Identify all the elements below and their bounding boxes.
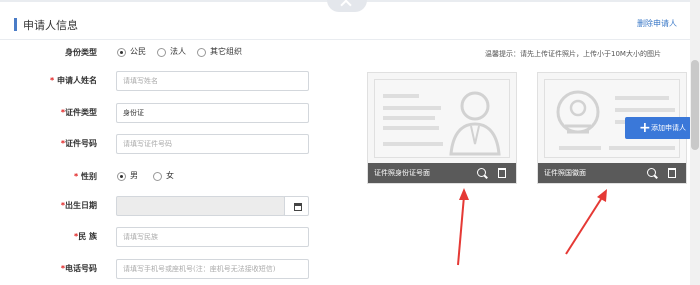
gender-row: * 性别 男 女 — [0, 166, 320, 190]
add-applicant-label: 添加申请人 — [651, 124, 686, 132]
calendar-button[interactable] — [284, 196, 309, 216]
birth-date-label-text: 出生日期 — [65, 201, 97, 210]
section-header: 申请人信息 删除申请人 — [0, 8, 690, 40]
card-caption: 证件照国徽面 — [544, 169, 586, 177]
identity-type-radio-other[interactable] — [197, 48, 206, 57]
identity-type-radio-citizen[interactable] — [117, 48, 126, 57]
upload-hint: 温馨提示：请先上传证件照片，上传小于10M大小的图片 — [485, 50, 661, 58]
ethnicity-row: *民 族 请填写民族 — [0, 226, 320, 250]
upload-card-id-front[interactable]: 证件照身份证号面 — [367, 72, 517, 184]
id-number-label: *证件号码 — [0, 133, 97, 155]
gender-option-female: 女 — [166, 171, 174, 180]
zoom-icon[interactable] — [647, 168, 656, 177]
gender-radio-male[interactable] — [117, 172, 126, 181]
placeholder-line — [383, 126, 439, 130]
placeholder-line — [559, 146, 601, 150]
identity-type-option-legal: 法人 — [170, 47, 186, 56]
identity-type-option-other: 其它组织 — [210, 47, 242, 56]
gender-label: * 性别 — [0, 166, 97, 188]
identity-type-label: 身份类型 — [65, 48, 97, 57]
name-label: * 申请人姓名 — [0, 70, 97, 92]
identity-type-option-citizen: 公民 — [130, 47, 146, 56]
phone-input[interactable]: 请填写手机号或座机号(注：座机号无法接收短信) — [116, 259, 309, 279]
id-type-label: *证件类型 — [0, 102, 97, 124]
id-type-row: *证件类型 身份证 — [0, 102, 320, 126]
required-mark: * — [50, 76, 57, 85]
identity-type-row: 身份类型 公民 法人 其它组织 — [0, 42, 360, 66]
required-mark: * — [74, 172, 81, 181]
phone-label: *电话号码 — [0, 258, 97, 280]
zoom-icon[interactable] — [477, 168, 486, 177]
id-type-label-text: 证件类型 — [65, 108, 97, 117]
id-number-label-text: 证件号码 — [65, 139, 97, 148]
id-type-input[interactable]: 身份证 — [116, 103, 309, 123]
section-accent-bar — [14, 18, 17, 31]
add-applicant-button[interactable]: + 添加申请人 — [625, 117, 691, 139]
card-toolbar: 证件照国徽面 — [538, 163, 686, 183]
id-number-input[interactable]: 请填写证件号码 — [116, 134, 309, 154]
trash-icon[interactable] — [498, 168, 506, 178]
emblem-placeholder-icon — [556, 90, 600, 134]
placeholder-line — [383, 106, 441, 110]
gender-radio-female[interactable] — [153, 172, 162, 181]
delete-applicant-link[interactable]: 删除申请人 — [637, 18, 677, 29]
phone-label-text: 电话号码 — [65, 264, 97, 273]
name-input[interactable]: 请填写姓名 — [116, 71, 309, 91]
placeholder-line — [615, 96, 669, 100]
trash-icon[interactable] — [668, 168, 676, 178]
section-title: 申请人信息 — [23, 19, 78, 32]
birth-date-input[interactable] — [116, 196, 285, 216]
placeholder-line — [383, 142, 443, 146]
name-label-text: 申请人姓名 — [57, 76, 97, 85]
birth-date-row: *出生日期 — [0, 195, 320, 219]
card-caption: 证件照身份证号面 — [374, 169, 430, 177]
ethnicity-label-text: 民 族 — [78, 232, 97, 241]
calendar-icon — [294, 203, 302, 211]
identity-type-radio-legal[interactable] — [157, 48, 166, 57]
scrollbar-thumb[interactable] — [691, 60, 699, 150]
gender-label-text: 性别 — [81, 172, 97, 181]
vertical-scrollbar[interactable] — [690, 0, 700, 285]
phone-row: *电话号码 请填写手机号或座机号(注：座机号无法接收短信) — [0, 258, 320, 282]
placeholder-line — [615, 108, 675, 112]
name-row: * 申请人姓名 请填写姓名 — [0, 70, 320, 94]
annotation-arrow-right — [565, 189, 607, 255]
plus-icon: + — [639, 120, 651, 136]
birth-date-label: *出生日期 — [0, 195, 97, 217]
card-toolbar: 证件照身份证号面 — [368, 163, 516, 183]
placeholder-line — [609, 146, 675, 150]
annotation-arrow-left — [457, 188, 469, 266]
person-placeholder-icon — [449, 91, 501, 156]
id-number-row: *证件号码 请填写证件号码 — [0, 133, 320, 157]
placeholder-frame — [374, 79, 510, 158]
gender-option-male: 男 — [130, 171, 138, 180]
placeholder-line — [383, 116, 435, 120]
ethnicity-input[interactable]: 请填写民族 — [116, 227, 309, 247]
ethnicity-label: *民 族 — [0, 226, 97, 248]
placeholder-line — [383, 94, 419, 98]
